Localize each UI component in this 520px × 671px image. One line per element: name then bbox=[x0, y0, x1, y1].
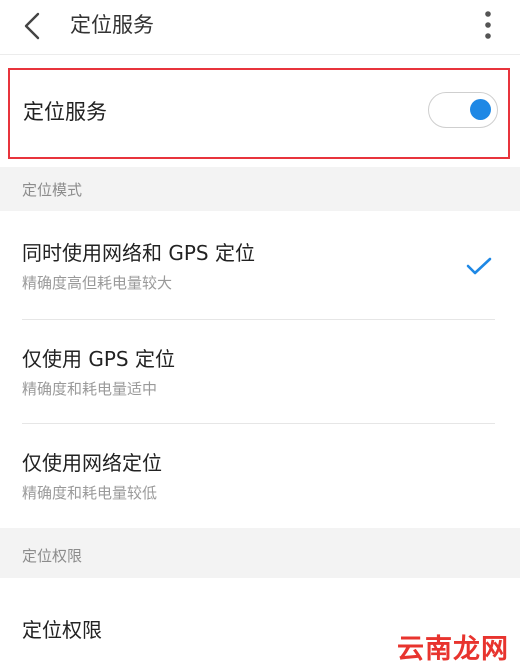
option-gps-only[interactable]: 仅使用 GPS 定位 精确度和耗电量适中 bbox=[0, 320, 520, 426]
mode-section-header: 定位模式 bbox=[0, 167, 520, 211]
page-title: 定位服务 bbox=[70, 13, 154, 37]
chevron-left-icon bbox=[24, 12, 40, 40]
location-service-label: 定位服务 bbox=[23, 100, 107, 124]
watermark-logo: 云南龙网 bbox=[386, 622, 520, 671]
permission-section-header: 定位权限 bbox=[0, 528, 520, 578]
location-service-toggle[interactable] bbox=[428, 92, 498, 128]
checkmark-icon bbox=[466, 257, 492, 275]
option-title: 仅使用网络定位 bbox=[22, 451, 162, 475]
app-header: 定位服务 bbox=[0, 0, 520, 55]
option-title: 同时使用网络和 GPS 定位 bbox=[22, 241, 255, 265]
option-network-and-gps[interactable]: 同时使用网络和 GPS 定位 精确度高但耗电量较大 bbox=[0, 214, 520, 320]
option-subtitle: 精确度高但耗电量较大 bbox=[22, 274, 173, 292]
permission-section-title: 定位权限 bbox=[22, 547, 83, 565]
location-service-row: 定位服务 bbox=[8, 68, 510, 159]
option-title: 仅使用 GPS 定位 bbox=[22, 347, 175, 371]
more-options-button[interactable] bbox=[476, 6, 500, 44]
option-network-only[interactable]: 仅使用网络定位 精确度和耗电量较低 bbox=[0, 424, 520, 530]
toggle-knob bbox=[470, 99, 491, 120]
more-vertical-icon bbox=[485, 11, 491, 39]
mode-section-title: 定位模式 bbox=[22, 181, 83, 199]
watermark-text: 云南龙网 bbox=[397, 634, 509, 665]
location-permission-label: 定位权限 bbox=[22, 618, 102, 642]
option-subtitle: 精确度和耗电量适中 bbox=[22, 380, 158, 398]
back-button[interactable] bbox=[14, 8, 50, 44]
option-subtitle: 精确度和耗电量较低 bbox=[22, 484, 158, 502]
